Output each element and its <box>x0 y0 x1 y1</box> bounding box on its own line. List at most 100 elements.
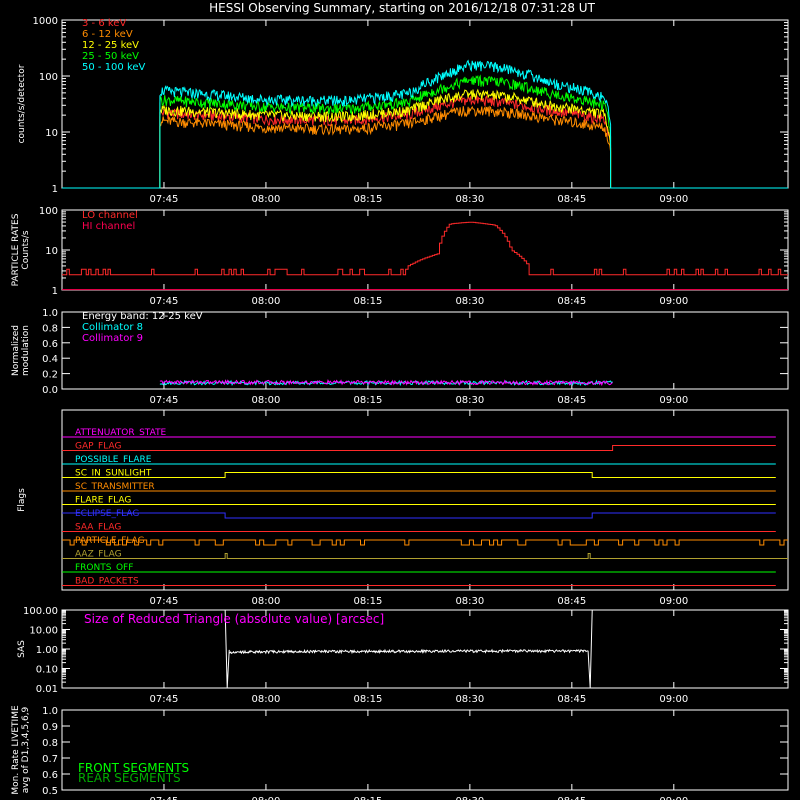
x-tick-label: 09:00 <box>659 194 688 205</box>
y-tick-label: 0.4 <box>42 354 58 365</box>
legend-label: 12 - 25 keV <box>82 40 139 51</box>
x-tick-label: 07:45 <box>150 796 179 800</box>
flag-label: ATTENUATOR_STATE <box>75 428 167 438</box>
x-tick-label: 08:00 <box>252 194 281 205</box>
x-tick-label: 08:00 <box>252 296 281 307</box>
x-tick-label: 09:00 <box>659 296 688 307</box>
y-tick-label: 1.0 <box>42 308 58 319</box>
y-tick-label: 1.0 <box>42 706 58 717</box>
flag-line-sc-in-sunlight <box>62 472 776 478</box>
y-tick-label: 0.8 <box>42 323 58 334</box>
y-tick-label: 0.10 <box>36 665 58 676</box>
x-tick-label: 08:00 <box>252 796 281 800</box>
x-tick-label: 08:30 <box>455 296 484 307</box>
y-axis-label: Mon. Rate LIVETIMEavg of D1,3,4,5,6,9 <box>11 705 31 795</box>
x-tick-label: 07:45 <box>150 194 179 205</box>
legend-label: 25 - 50 keV <box>82 51 139 62</box>
y-tick-label: 0.2 <box>42 370 58 381</box>
legend-label: 6 - 12 keV <box>82 29 133 40</box>
legend-label: REAR SEGMENTS <box>78 771 181 785</box>
x-tick-label: 08:30 <box>455 395 484 406</box>
y-tick-label: 100.00 <box>23 606 58 617</box>
flag-line-eclipse-flag <box>62 512 776 519</box>
x-tick-label: 08:45 <box>557 694 586 705</box>
flag-line-particle-flag <box>62 539 788 546</box>
flag-label: SC_TRANSMITTER <box>75 482 155 492</box>
y-axis-label: Normalizedmodulation <box>11 325 31 376</box>
x-tick-label: 08:00 <box>252 596 281 607</box>
flag-label: POSSIBLE_FLARE <box>75 455 152 465</box>
x-tick-label: 08:15 <box>353 194 382 205</box>
flag-label: FLARE_FLAG <box>75 496 131 506</box>
x-tick-label: 08:30 <box>455 194 484 205</box>
y-tick-label: 0.8 <box>42 738 58 749</box>
y-tick-label: 100 <box>39 206 58 217</box>
legend-label: 3 - 6 keV <box>82 18 126 29</box>
x-tick-label: 09:00 <box>659 796 688 800</box>
panel-frame <box>61 311 789 390</box>
y-axis-label: PARTICLE RATESCounts/s <box>11 213 31 286</box>
legend-label: Collimator 9 <box>82 333 143 344</box>
y-tick-label: 1 <box>52 286 58 297</box>
series-line-612kev <box>62 105 788 189</box>
y-axis-label: Flags <box>17 488 27 512</box>
legend-label: Collimator 8 <box>82 322 143 333</box>
y-tick-label: 10.00 <box>29 626 58 637</box>
flag-label: PARTICLE_FLAG <box>75 536 145 546</box>
legend-label: LO channel <box>82 210 138 221</box>
x-tick-label: 08:30 <box>455 596 484 607</box>
legend-label: HI channel <box>82 221 135 232</box>
y-tick-label: 1000 <box>33 16 58 27</box>
x-tick-label: 08:45 <box>557 395 586 406</box>
y-tick-label: 0.9 <box>42 722 58 733</box>
y-tick-label: 0.01 <box>36 684 58 695</box>
flag-line-aaz-flag <box>62 553 788 559</box>
flag-line-gap-flag <box>62 445 776 451</box>
x-tick-label: 08:30 <box>455 694 484 705</box>
x-tick-label: 08:00 <box>252 395 281 406</box>
x-tick-label: 09:00 <box>659 395 688 406</box>
x-tick-label: 08:15 <box>353 395 382 406</box>
x-tick-label: 08:45 <box>557 194 586 205</box>
series-line-lo-channel <box>62 221 788 276</box>
y-tick-label: 0.5 <box>42 786 58 797</box>
y-tick-label: 10 <box>45 246 58 257</box>
x-tick-label: 09:00 <box>659 596 688 607</box>
sas-annotation: Size of Reduced Triangle (absolute value… <box>84 612 384 626</box>
x-tick-label: 08:15 <box>353 296 382 307</box>
y-tick-label: 0.6 <box>42 339 58 350</box>
y-tick-label: 1.00 <box>36 645 58 656</box>
x-tick-label: 07:45 <box>150 296 179 307</box>
hessi-summary-plot: HESSI Observing Summary, starting on 201… <box>11 1 789 800</box>
legend-label: 50 - 100 keV <box>82 62 146 73</box>
y-tick-label: 0.0 <box>42 385 58 396</box>
x-tick-label: 08:45 <box>557 596 586 607</box>
flag-label: SAA_FLAG <box>75 523 121 533</box>
x-tick-label: 07:45 <box>150 596 179 607</box>
y-tick-label: 1 <box>52 184 58 195</box>
x-tick-label: 08:00 <box>252 694 281 705</box>
y-axis-label: SAS <box>17 640 27 658</box>
figure-title: HESSI Observing Summary, starting on 201… <box>209 1 595 15</box>
x-tick-label: 08:45 <box>557 296 586 307</box>
x-tick-label: 07:45 <box>150 694 179 705</box>
x-tick-label: 07:45 <box>150 395 179 406</box>
y-tick-label: 10 <box>45 128 58 139</box>
flag-label: BAD_PACKETS <box>75 577 139 587</box>
x-tick-label: 08:15 <box>353 694 382 705</box>
x-tick-label: 08:30 <box>455 796 484 800</box>
hessi-summary-figure: HESSI Observing Summary, starting on 201… <box>0 0 800 800</box>
flag-label: FRONTS_OFF <box>75 563 133 573</box>
flag-label: SC_IN_SUNLIGHT <box>75 469 152 479</box>
x-tick-label: 08:45 <box>557 796 586 800</box>
y-tick-label: 0.7 <box>42 754 58 765</box>
flag-label: AAZ_FLAG <box>75 550 122 560</box>
x-tick-label: 08:15 <box>353 596 382 607</box>
x-tick-label: 09:00 <box>659 694 688 705</box>
y-axis-label: counts/s/detector <box>17 64 27 143</box>
energy-band-annotation: Energy band: 12-25 keV <box>82 311 203 322</box>
x-tick-label: 08:15 <box>353 796 382 800</box>
flag-label: ECLIPSE_FLAG <box>75 509 139 519</box>
y-tick-label: 0.6 <box>42 770 58 781</box>
y-tick-label: 100 <box>39 72 58 83</box>
